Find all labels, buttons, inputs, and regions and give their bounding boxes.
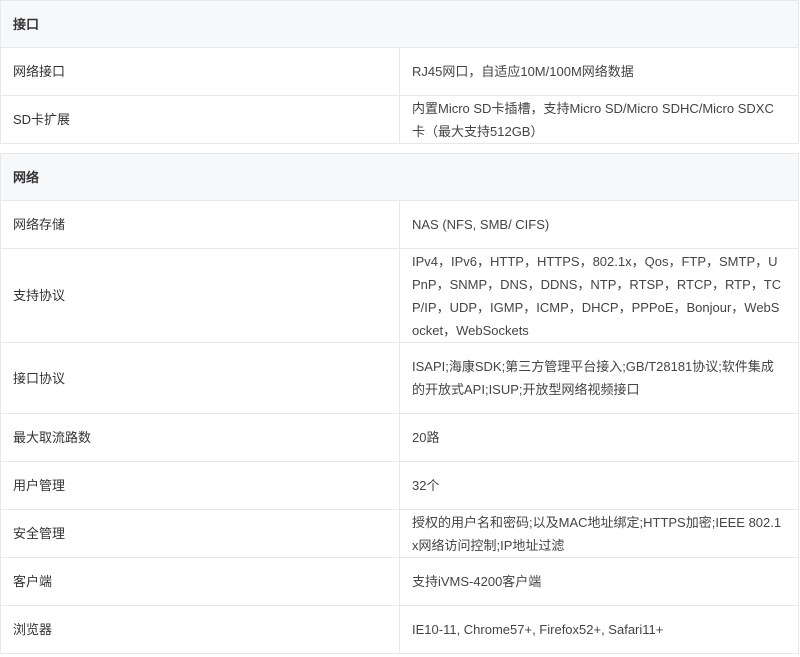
row-label: 用户管理 (0, 461, 400, 510)
row-value: RJ45网口，自适应10M/100M网络数据 (399, 47, 799, 96)
section-title-interface: 接口 (0, 0, 799, 48)
table-row: 用户管理 32个 (0, 461, 799, 510)
table-row: 安全管理 授权的用户名和密码;以及MAC地址绑定;HTTPS加密;IEEE 80… (0, 509, 799, 558)
spec-page: 接口 网络接口 RJ45网口，自适应10M/100M网络数据 SD卡扩展 内置M… (0, 0, 800, 654)
row-label: 支持协议 (0, 248, 400, 343)
table-row: 最大取流路数 20路 (0, 413, 799, 462)
table-row: 网络接口 RJ45网口，自适应10M/100M网络数据 (0, 47, 799, 96)
row-value: 授权的用户名和密码;以及MAC地址绑定;HTTPS加密;IEEE 802.1x网… (399, 509, 799, 558)
table-row: 接口协议 ISAPI;海康SDK;第三方管理平台接入;GB/T28181协议;软… (0, 342, 799, 414)
table-row: SD卡扩展 内置Micro SD卡插槽，支持Micro SD/Micro SDH… (0, 95, 799, 144)
row-value: IPv4，IPv6，HTTP，HTTPS，802.1x，Qos，FTP，SMTP… (399, 248, 799, 343)
row-label: SD卡扩展 (0, 95, 400, 144)
row-value: NAS (NFS, SMB/ CIFS) (399, 200, 799, 249)
row-label: 客户端 (0, 557, 400, 606)
section-title-network: 网络 (0, 153, 799, 201)
row-value: 内置Micro SD卡插槽，支持Micro SD/Micro SDHC/Micr… (399, 95, 799, 144)
row-label: 网络接口 (0, 47, 400, 96)
row-label: 浏览器 (0, 605, 400, 654)
row-value: IE10-11, Chrome57+, Firefox52+, Safari11… (399, 605, 799, 654)
row-value: ISAPI;海康SDK;第三方管理平台接入;GB/T28181协议;软件集成的开… (399, 342, 799, 414)
row-label: 网络存储 (0, 200, 400, 249)
row-value: 32个 (399, 461, 799, 510)
row-value: 20路 (399, 413, 799, 462)
row-label: 接口协议 (0, 342, 400, 414)
section-header-row: 接口 (0, 0, 799, 48)
spec-table-network: 网络 网络存储 NAS (NFS, SMB/ CIFS) 支持协议 IPv4，I… (0, 153, 799, 654)
row-label: 最大取流路数 (0, 413, 400, 462)
table-row: 浏览器 IE10-11, Chrome57+, Firefox52+, Safa… (0, 605, 799, 654)
section-header-row: 网络 (0, 153, 799, 201)
row-value: 支持iVMS-4200客户端 (399, 557, 799, 606)
spec-table-interface: 接口 网络接口 RJ45网口，自适应10M/100M网络数据 SD卡扩展 内置M… (0, 0, 799, 144)
table-row: 支持协议 IPv4，IPv6，HTTP，HTTPS，802.1x，Qos，FTP… (0, 248, 799, 343)
row-label: 安全管理 (0, 509, 400, 558)
table-row: 客户端 支持iVMS-4200客户端 (0, 557, 799, 606)
table-row: 网络存储 NAS (NFS, SMB/ CIFS) (0, 200, 799, 249)
